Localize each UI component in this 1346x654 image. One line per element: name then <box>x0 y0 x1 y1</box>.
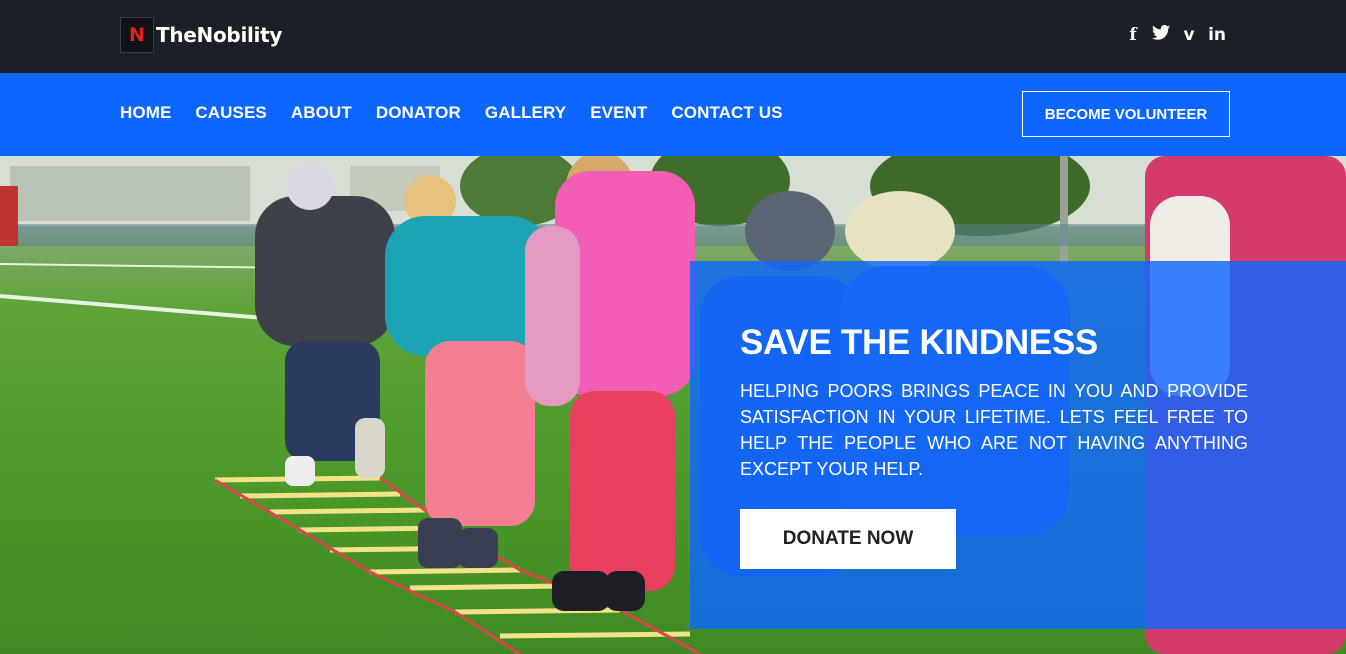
facebook-icon[interactable]: f <box>1126 24 1140 46</box>
twitter-bird-glyph <box>1152 25 1171 40</box>
nav-item-gallery[interactable]: GALLERY <box>485 103 566 123</box>
hero-description: HELPING POORS BRINGS PEACE IN YOU AND PR… <box>740 381 1248 479</box>
social-links: f v in <box>1126 24 1226 46</box>
main-nav: HOME CAUSES ABOUT DONATOR GALLERY EVENT … <box>120 103 783 123</box>
donate-now-button[interactable]: DONATE NOW <box>740 509 956 569</box>
logo-text: TheNobility <box>156 23 283 47</box>
hero-section: SAVE THE KINDNESS HELPING POORS BRINGS P… <box>0 156 1346 654</box>
nav-item-home[interactable]: HOME <box>120 103 171 123</box>
nav-item-causes[interactable]: CAUSES <box>195 103 266 123</box>
vimeo-icon[interactable]: v <box>1182 24 1196 46</box>
linkedin-icon[interactable]: in <box>1208 24 1226 46</box>
logo-mark: N <box>120 17 154 53</box>
site-logo[interactable]: N TheNobility <box>120 17 282 53</box>
main-navbar: HOME CAUSES ABOUT DONATOR GALLERY EVENT … <box>0 73 1346 156</box>
hero-overlay-card: SAVE THE KINDNESS HELPING POORS BRINGS P… <box>690 261 1346 629</box>
nav-item-donator[interactable]: DONATOR <box>376 103 461 123</box>
nav-item-event[interactable]: EVENT <box>590 103 647 123</box>
hero-title: SAVE THE KINDNESS <box>740 323 1098 362</box>
nav-item-about[interactable]: ABOUT <box>291 103 352 123</box>
nav-item-contact-us[interactable]: CONTACT US <box>671 103 782 123</box>
twitter-icon[interactable] <box>1152 24 1171 46</box>
become-volunteer-button[interactable]: BECOME VOLUNTEER <box>1022 91 1230 137</box>
top-bar: N TheNobility f v in <box>0 0 1346 73</box>
